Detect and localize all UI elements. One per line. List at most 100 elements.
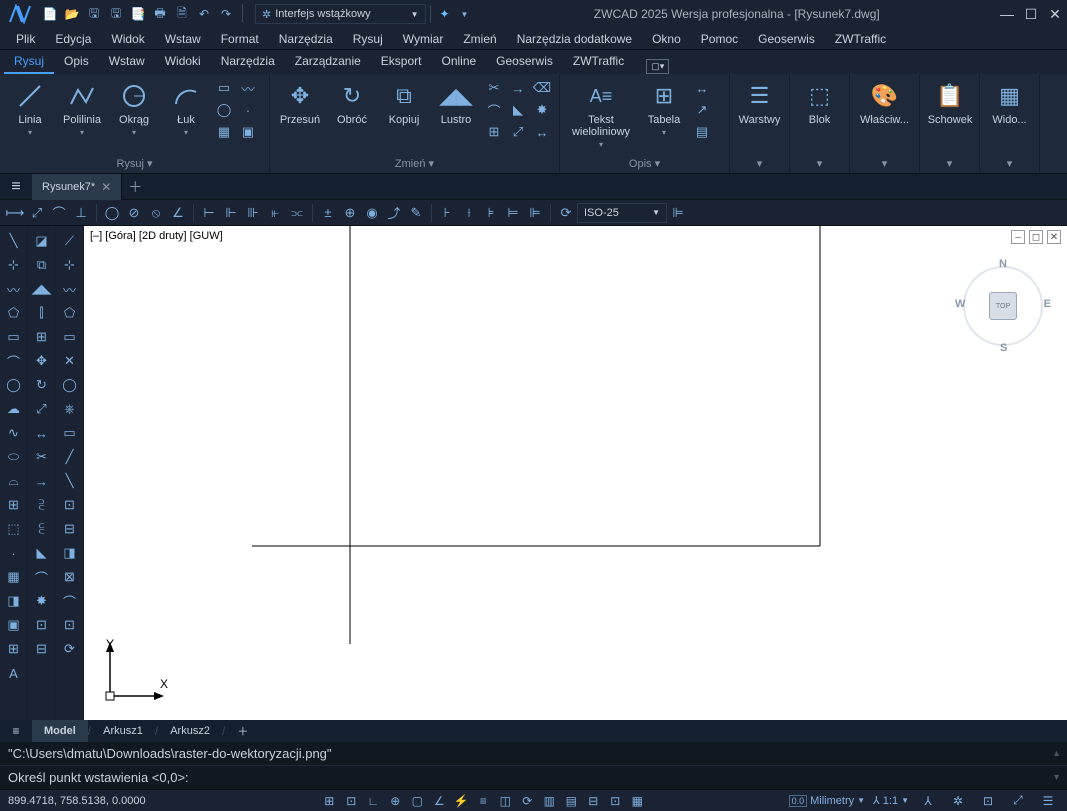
tb-expl-sm-icon[interactable]: ✸	[31, 590, 53, 612]
ribbon-tab-opis[interactable]: Opis	[54, 50, 99, 74]
menu-wstaw[interactable]: Wstaw	[157, 30, 209, 48]
tb-ins-icon[interactable]: ⊞	[3, 494, 25, 516]
arc-button[interactable]: Łuk▾	[162, 78, 210, 139]
dim-style-dropdown[interactable]: ISO-25▼	[577, 203, 667, 223]
tb-poly-icon[interactable]: ⬠	[3, 302, 25, 324]
dim-upd-icon[interactable]: ⟳	[555, 202, 577, 224]
undo-icon[interactable]: ↶	[194, 4, 214, 24]
tb-cloud-icon[interactable]: ☁	[3, 398, 25, 420]
tb-fillet-sm-icon[interactable]: ⌒	[31, 566, 53, 588]
panel-title-blok[interactable]: ▾	[790, 155, 849, 173]
tb-rect-icon[interactable]: ▭	[3, 326, 25, 348]
dim-h3-icon[interactable]: ⊧	[480, 202, 502, 224]
dim-space-icon[interactable]: ⫦	[264, 202, 286, 224]
cmd-scroll-up-icon[interactable]: ▴	[1054, 748, 1059, 759]
dim-icon[interactable]: ↔	[692, 78, 712, 98]
new-icon[interactable]: 📄	[40, 4, 60, 24]
ribbon-tab-geoserwis[interactable]: Geoserwis	[486, 50, 563, 74]
dim-h5-icon[interactable]: ⊫	[524, 202, 546, 224]
tb-rot-sm-icon[interactable]: ↻	[31, 374, 53, 396]
redo-icon[interactable]: ↷	[216, 4, 236, 24]
print-icon[interactable]: 🖶	[150, 4, 170, 24]
tb-offset-icon[interactable]: ⫿	[31, 302, 53, 324]
dim-style-icon[interactable]: ⊫	[667, 202, 689, 224]
drawing-canvas[interactable]: [–] [Góra] [2D druty] [GUW] – ◻ ✕ TOP N …	[84, 226, 1067, 720]
cmd-scroll-down-icon[interactable]: ▾	[1054, 772, 1059, 783]
clipboard-button[interactable]: 📋Schowek	[926, 78, 974, 128]
menu-format[interactable]: Format	[213, 30, 267, 48]
ribbon-tab-eksport[interactable]: Eksport	[371, 50, 432, 74]
dim-quick-icon[interactable]: ⊢	[198, 202, 220, 224]
fillet-icon[interactable]: ⌒	[484, 100, 504, 120]
panel-title-zmien[interactable]: Zmień ▾	[270, 155, 559, 173]
tb3-16-icon[interactable]: ⌒	[59, 590, 81, 612]
menu-pomoc[interactable]: Pomoc	[693, 30, 746, 48]
menu-dodatkowe[interactable]: Narzędzia dodatkowe	[509, 30, 640, 48]
viewcube-e[interactable]: E	[1044, 298, 1051, 310]
command-input[interactable]	[189, 770, 1054, 785]
scale-icon[interactable]: ⤢	[508, 122, 528, 142]
menu-geoserwis[interactable]: Geoserwis	[750, 30, 823, 48]
ortho-icon[interactable]: ∟	[362, 791, 384, 811]
point-sm-icon[interactable]: ·	[238, 100, 258, 120]
panel-title-view[interactable]: ▾	[980, 155, 1039, 173]
properties-button[interactable]: 🎨Właściw...	[856, 78, 913, 128]
move-button[interactable]: ✥Przesuń	[276, 78, 324, 128]
viewcube-n[interactable]: N	[999, 258, 1007, 270]
chevron-down-icon[interactable]: ▼	[455, 4, 475, 24]
plot-icon[interactable]: 📑	[128, 4, 148, 24]
tb-block-sm-icon[interactable]: ⬚	[3, 518, 25, 540]
tb-m17-icon[interactable]: ⊡	[31, 614, 53, 636]
tb-tbl-icon[interactable]: ⊞	[3, 638, 25, 660]
tb-mirror-sm-icon[interactable]: ◢◣	[31, 278, 53, 300]
ribbon-tab-online[interactable]: Online	[431, 50, 486, 74]
workspace-dropdown[interactable]: ✲ Interfejs wstążkowy ▼	[255, 4, 426, 24]
line-button[interactable]: Linia▾	[6, 78, 54, 139]
dim-h4-icon[interactable]: ⊨	[502, 202, 524, 224]
layout-tab-arkusz1[interactable]: Arkusz1	[91, 720, 155, 742]
tb3-3-icon[interactable]: 〰	[59, 278, 81, 300]
dim-dia-icon[interactable]: ⊘	[123, 202, 145, 224]
tb-hatch-icon[interactable]: ▦	[3, 566, 25, 588]
dyn-icon[interactable]: ⚡	[450, 791, 472, 811]
rotate-button[interactable]: ↻Obróć	[328, 78, 376, 128]
sb-a-icon[interactable]: ▥	[538, 791, 560, 811]
tb3-5-icon[interactable]: ▭	[59, 326, 81, 348]
spline-icon[interactable]: 〰	[238, 78, 258, 98]
dim-base-icon[interactable]: ⊩	[220, 202, 242, 224]
sb-r1-icon[interactable]: ⅄	[917, 791, 939, 811]
tb-txt-icon[interactable]: A	[3, 662, 25, 684]
tb3-11-icon[interactable]: ╲	[59, 470, 81, 492]
close-button[interactable]: ✕	[1047, 6, 1063, 22]
ribbon-tab-wstaw[interactable]: Wstaw	[99, 50, 155, 74]
dim-cont-icon[interactable]: ⊪	[242, 202, 264, 224]
menu-zwtraffic[interactable]: ZWTraffic	[827, 30, 894, 48]
status-coordinates[interactable]: 899.4718, 758.5138, 0.0000	[8, 795, 178, 807]
tb3-6-icon[interactable]: ✕	[59, 350, 81, 372]
tb-ellarc-icon[interactable]: ⌓	[3, 470, 25, 492]
tb3-12-icon[interactable]: ⊡	[59, 494, 81, 516]
tb-circle-sm-icon[interactable]: ◯	[3, 374, 25, 396]
chamfer-icon[interactable]: ◣	[508, 100, 528, 120]
panel-title-props[interactable]: ▾	[850, 155, 919, 173]
viewcube-face[interactable]: TOP	[989, 292, 1017, 320]
tb3-9-icon[interactable]: ▭	[59, 422, 81, 444]
doc-menu-icon[interactable]: ≡	[0, 178, 32, 196]
viewcube-s[interactable]: S	[1000, 342, 1007, 354]
tb-arc-sm-icon[interactable]: ⌒	[3, 350, 25, 372]
tb3-17-icon[interactable]: ⊡	[59, 614, 81, 636]
dim-edit-icon[interactable]: ✎	[405, 202, 427, 224]
array-icon[interactable]: ⊞	[484, 122, 504, 142]
menu-widok[interactable]: Widok	[103, 30, 152, 48]
sb-c-icon[interactable]: ⊟	[582, 791, 604, 811]
transp-icon[interactable]: ◫	[494, 791, 516, 811]
tb3-2-icon[interactable]: ⊹	[59, 254, 81, 276]
vp-close-icon[interactable]: ✕	[1047, 230, 1061, 244]
tb-erase-sm-icon[interactable]: ◪	[31, 230, 53, 252]
tb-pline-icon[interactable]: 〰	[3, 278, 25, 300]
tb-grad-icon[interactable]: ◨	[3, 590, 25, 612]
sb-b-icon[interactable]: ▤	[560, 791, 582, 811]
tb-pt-icon[interactable]: ·	[3, 542, 25, 564]
sb-e-icon[interactable]: ▦	[626, 791, 648, 811]
copy-button[interactable]: ⧉Kopiuj	[380, 78, 428, 128]
